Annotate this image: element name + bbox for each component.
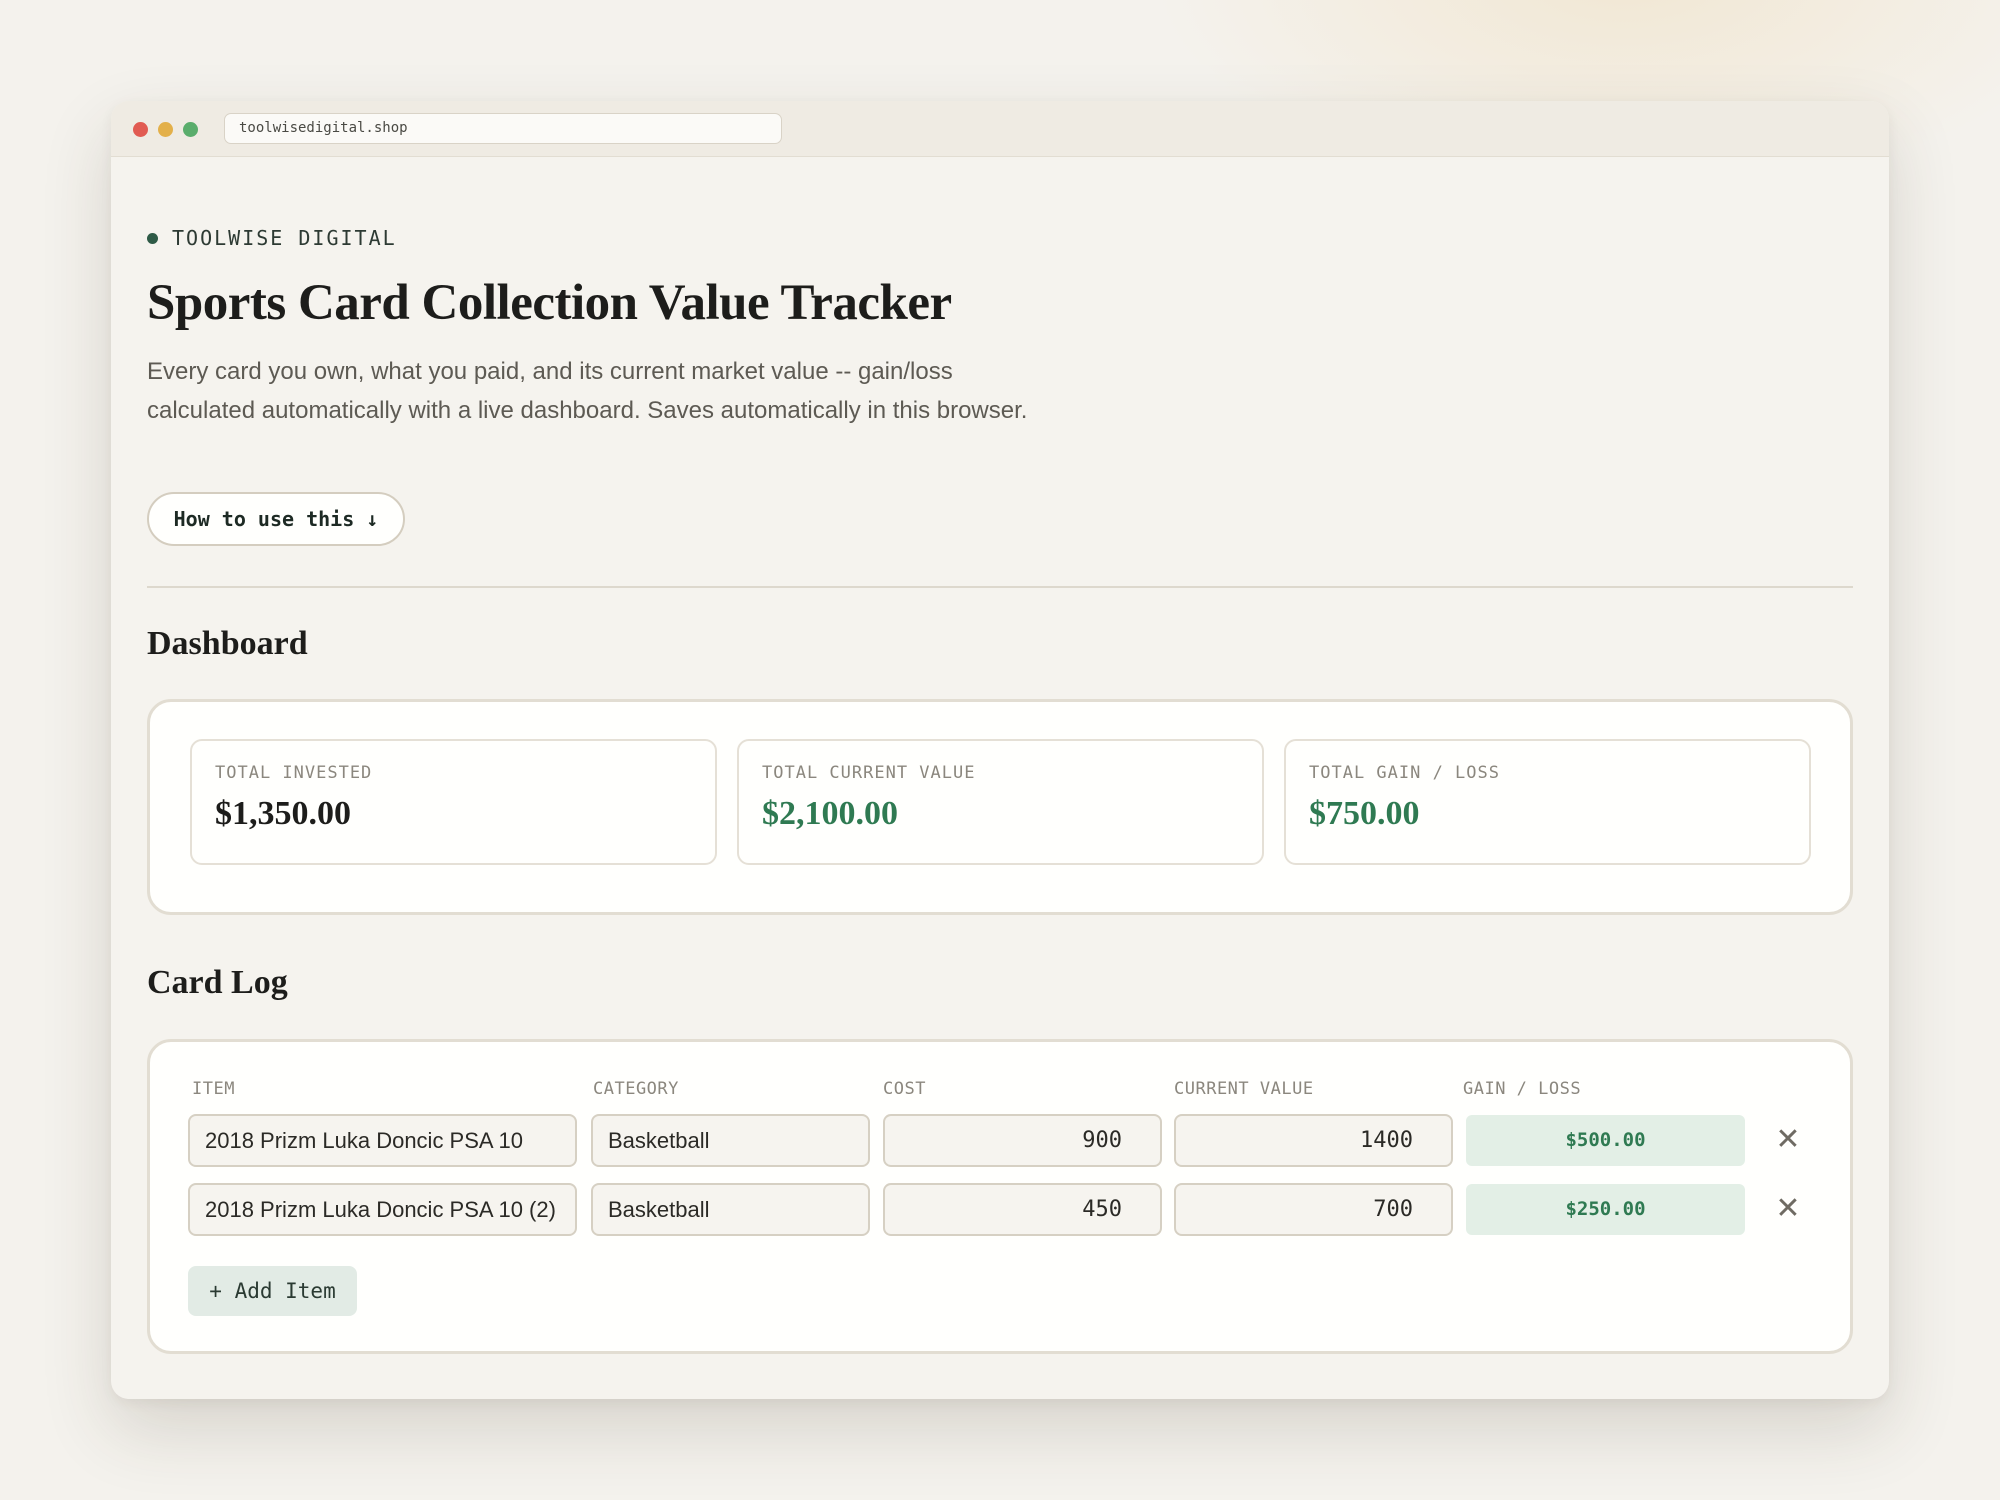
stat-label: TOTAL CURRENT VALUE xyxy=(762,763,976,783)
stat-value: $2,100.00 xyxy=(762,795,898,832)
page-description: Every card you own, what you paid, and i… xyxy=(147,358,1028,424)
column-header-current-value: CURRENT VALUE xyxy=(1174,1079,1314,1099)
maximize-window-dot[interactable] xyxy=(183,122,198,137)
stat-card-total-gain-loss: TOTAL GAIN / LOSS $750.00 xyxy=(1284,739,1811,865)
category-input[interactable]: Basketball xyxy=(591,1183,870,1236)
column-header-category: CATEGORY xyxy=(593,1079,679,1099)
stat-card-total-invested: TOTAL INVESTED $1,350.00 xyxy=(190,739,717,865)
browser-chrome: toolwisedigital.shop xyxy=(111,101,1889,157)
browser-window: toolwisedigital.shop TOOLWISE DIGITAL Sp… xyxy=(111,101,1889,1399)
card-log-panel: ITEM CATEGORY COST CURRENT VALUE GAIN / … xyxy=(147,1039,1853,1354)
gain-loss-value: $250.00 xyxy=(1466,1184,1745,1235)
category-input[interactable]: Basketball xyxy=(591,1114,870,1167)
stat-value: $1,350.00 xyxy=(215,795,351,832)
card-log-heading: Card Log xyxy=(147,964,288,1001)
item-input[interactable]: 2018 Prizm Luka Doncic PSA 10 xyxy=(188,1114,577,1167)
dashboard-heading: Dashboard xyxy=(147,625,308,662)
how-to-use-button[interactable]: How to use this ↓ xyxy=(147,492,405,546)
stat-label: TOTAL GAIN / LOSS xyxy=(1309,763,1500,783)
stat-label: TOTAL INVESTED xyxy=(215,763,373,783)
cost-input[interactable]: 450 xyxy=(883,1183,1162,1236)
cost-input[interactable]: 900 xyxy=(883,1114,1162,1167)
stat-card-total-current-value: TOTAL CURRENT VALUE $2,100.00 xyxy=(737,739,1264,865)
column-header-cost: COST xyxy=(883,1079,926,1099)
add-item-button[interactable]: + Add Item xyxy=(188,1266,357,1316)
url-bar[interactable]: toolwisedigital.shop xyxy=(224,113,782,144)
current-value-input[interactable]: 700 xyxy=(1174,1183,1453,1236)
dashboard-panel: TOTAL INVESTED $1,350.00 TOTAL CURRENT V… xyxy=(147,699,1853,915)
minimize-window-dot[interactable] xyxy=(158,122,173,137)
current-value-input[interactable]: 1400 xyxy=(1174,1114,1453,1167)
brand: TOOLWISE DIGITAL xyxy=(147,226,397,250)
close-icon[interactable]: ✕ xyxy=(1773,1125,1803,1155)
column-header-item: ITEM xyxy=(192,1079,235,1099)
item-input[interactable]: 2018 Prizm Luka Doncic PSA 10 (2) xyxy=(188,1183,577,1236)
page-title: Sports Card Collection Value Tracker xyxy=(147,275,952,331)
brand-name: TOOLWISE DIGITAL xyxy=(172,226,397,250)
brand-dot-icon xyxy=(147,232,158,244)
column-header-gain-loss: GAIN / LOSS xyxy=(1463,1079,1582,1099)
close-window-dot[interactable] xyxy=(133,122,148,137)
stat-value: $750.00 xyxy=(1309,795,1420,832)
gain-loss-value: $500.00 xyxy=(1466,1115,1745,1166)
close-icon[interactable]: ✕ xyxy=(1773,1194,1803,1224)
divider xyxy=(147,586,1853,588)
